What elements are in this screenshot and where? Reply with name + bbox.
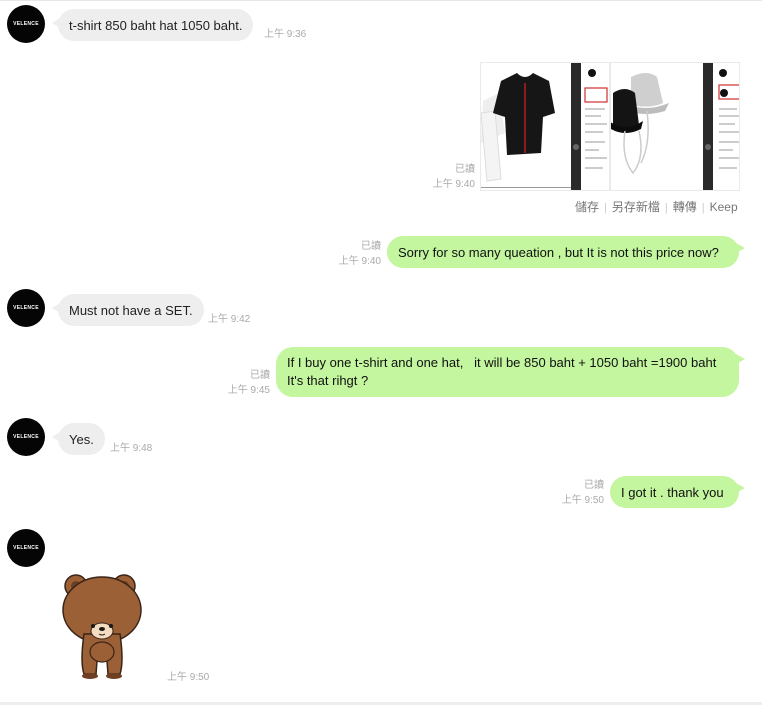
message-time: 上午 9:50 [167,672,210,683]
message-bubble-incoming[interactable]: Must not have a SET. [52,294,204,326]
bucket-hat-photo [611,63,739,190]
top-divider [0,0,762,1]
save-to-album-button[interactable]: 另存新檔 [612,200,660,214]
read-receipt: 已讀 [361,241,381,252]
message-bubble-outgoing[interactable]: I got it . thank you [610,476,745,508]
forward-button[interactable]: 轉傳 [673,200,697,214]
message-bubble-outgoing[interactable]: Sorry for so many queation , but It is n… [387,236,745,268]
divider: | [664,202,668,214]
message-line: If I buy one t-shirt and one hat, it wil… [287,355,717,370]
read-receipt: 已讀 [250,370,270,381]
sticker-message[interactable] [58,570,150,680]
image-action-bar: 儲存 | 另存新檔 | 轉傳 | Keep [575,198,738,215]
message-time: 上午 9:48 [110,443,153,454]
save-image-button[interactable]: 儲存 [575,200,599,214]
contact-avatar[interactable]: VELENCE [7,529,45,567]
message-time: 上午 9:40 [338,256,381,267]
message-time: 上午 9:36 [264,29,307,40]
divider: | [604,202,607,214]
message-bubble-outgoing[interactable]: If I buy one t-shirt and one hat, it wil… [276,347,745,397]
message-time: 上午 9:42 [208,314,251,325]
message-line: It's that rihgt ? [287,373,369,388]
photo-tshirt[interactable] [480,62,610,191]
contact-avatar[interactable]: VELENCE [7,289,45,327]
divider: | [701,202,705,214]
photo-hat[interactable] [610,62,740,191]
message-time: 上午 9:40 [432,179,475,190]
contact-avatar[interactable]: VELENCE [7,418,45,456]
message-bubble-incoming[interactable]: Yes. [52,423,105,455]
message-time: 上午 9:50 [561,495,604,506]
message-bubble-incoming[interactable]: t-shirt 850 baht hat 1050 baht. [51,9,254,41]
brown-bear-sticker-icon [62,574,142,679]
black-tshirt-photo [481,63,609,190]
contact-avatar[interactable]: VELENCE [7,5,45,43]
keep-button[interactable]: Keep [710,200,738,214]
read-receipt: 已讀 [455,164,475,175]
read-receipt: 已讀 [584,480,604,491]
message-time: 上午 9:45 [227,385,270,396]
